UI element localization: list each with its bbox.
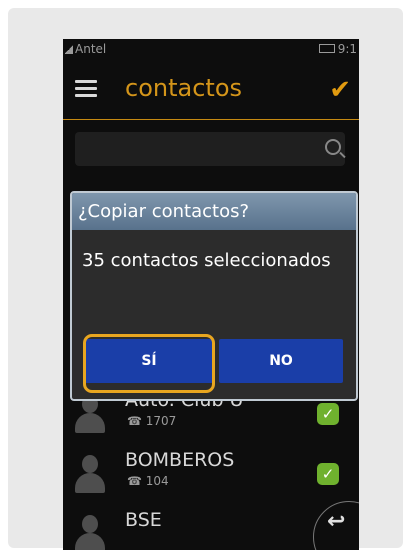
phone-screen: Antel 9:1 contactos ✔ Auto. Club U 1707 … (63, 39, 359, 550)
contact-checkbox[interactable]: ✓ (317, 463, 339, 485)
list-item[interactable]: BOMBEROS 104 ✓ (63, 441, 359, 501)
app-bar: contactos ✔ (63, 61, 359, 120)
page-title: contactos (125, 74, 242, 102)
avatar-icon (75, 453, 105, 493)
avatar-icon (75, 513, 105, 550)
contact-checkbox[interactable]: ✓ (317, 403, 339, 425)
carrier-info: Antel (65, 42, 106, 56)
contact-name: BSE (125, 509, 162, 531)
contact-phone: 1707 (127, 414, 177, 428)
carrier-name: Antel (75, 42, 107, 56)
highlight-box (83, 334, 215, 393)
search-icon (325, 139, 341, 155)
dialog-message: 35 contactos seleccionados (82, 250, 331, 271)
back-icon: ↩ (327, 509, 346, 534)
battery-icon (318, 44, 335, 53)
clock-info: 9:1 (318, 42, 357, 56)
menu-icon[interactable] (75, 80, 97, 97)
check-icon[interactable]: ✔ (329, 75, 351, 105)
contact-name: BOMBEROS (125, 449, 235, 471)
contact-phone: 104 (127, 474, 169, 488)
clock: 9:1 (337, 42, 357, 56)
dialog-title: ¿Copiar contactos? (72, 193, 356, 230)
status-bar: Antel 9:1 (63, 39, 359, 61)
signal-icon (65, 45, 73, 54)
search-input[interactable] (75, 132, 345, 166)
no-button[interactable]: NO (219, 339, 343, 383)
